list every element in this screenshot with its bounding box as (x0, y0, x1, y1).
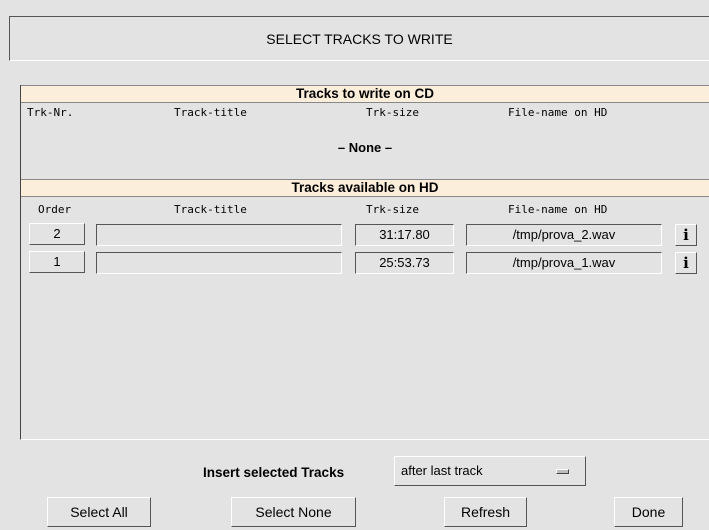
write-col-trk-nr: Trk-Nr. (27, 106, 74, 119)
insert-tracks-label: Insert selected Tracks (203, 465, 345, 480)
track-order-button[interactable]: 1 (29, 251, 85, 273)
track-info-icon[interactable]: i (675, 224, 697, 246)
write-empty-label: – None – (337, 140, 393, 155)
select-none-button[interactable]: Select None (231, 497, 356, 527)
option-menu-indicator-icon (556, 469, 569, 474)
track-info-icon[interactable]: i (675, 252, 697, 274)
dialog-title: SELECT TRACKS TO WRITE (9, 16, 709, 61)
select-all-button[interactable]: Select All (47, 497, 151, 527)
write-col-trk-size: Trk-size (366, 106, 419, 119)
write-section-header: Tracks to write on CD (21, 85, 709, 103)
done-button[interactable]: Done (614, 497, 683, 527)
refresh-button[interactable]: Refresh (444, 497, 527, 527)
available-col-order: Order (38, 203, 72, 216)
track-file-name-field: /tmp/prova_1.wav (466, 252, 662, 274)
track-size-field: 31:17.80 (355, 224, 454, 246)
track-file-name-field: /tmp/prova_2.wav (466, 224, 662, 246)
available-section-header: Tracks available on HD (21, 179, 709, 197)
write-col-file-name: File-name on HD (508, 106, 608, 119)
track-title-input[interactable] (96, 252, 342, 274)
write-col-track-title: Track-title (174, 106, 247, 119)
track-title-input[interactable] (96, 224, 342, 246)
insert-position-value: after last track (401, 463, 483, 478)
available-col-trk-size: Trk-size (366, 203, 419, 216)
track-size-field: 25:53.73 (355, 252, 454, 274)
available-col-track-title: Track-title (174, 203, 247, 216)
insert-position-select[interactable]: after last track (394, 456, 586, 486)
track-order-button[interactable]: 2 (29, 223, 85, 245)
available-col-file-name: File-name on HD (508, 203, 608, 216)
